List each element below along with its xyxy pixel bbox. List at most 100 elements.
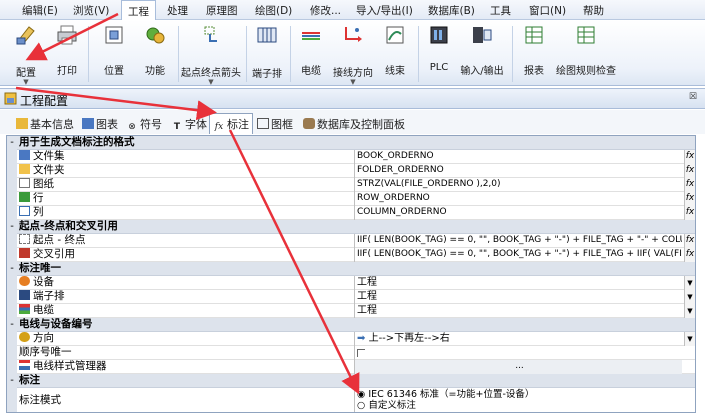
dropdown-arrow-icon[interactable]: ▼ (684, 276, 695, 290)
radio-selected-icon: ◉ (357, 389, 366, 400)
tab-frame[interactable]: 图框 (255, 115, 295, 133)
print-button[interactable]: 打印 (52, 24, 82, 77)
device-select[interactable]: 工程 (354, 276, 682, 290)
row-cross-reference[interactable]: 交叉引用 IIF( LEN(BOOK_TAG) == 0, "", BOOK_TA… (7, 248, 695, 262)
function-icon (146, 27, 165, 44)
row-folder[interactable]: 文件夹 FOLDER_ORDERNO fx (7, 164, 695, 178)
info-icon (16, 118, 28, 129)
radio-iec[interactable]: ◉ IEC 61346 标准（=功能+位置-设备） (357, 389, 682, 400)
terminal-strip-button[interactable]: 端子排 (250, 24, 284, 80)
menu-draw[interactable]: 绘图(D) (255, 3, 292, 18)
collapse-icon[interactable]: - (7, 262, 17, 276)
annotation-mode-options[interactable]: ◉ IEC 61346 标准（=功能+位置-设备） ○ 自定义标注 (354, 388, 682, 412)
unique-sequence-checkbox[interactable] (354, 346, 682, 360)
tab-font[interactable]: T 字体 (169, 115, 209, 133)
collapse-icon[interactable]: - (7, 220, 17, 234)
report-label: 报表 (524, 66, 544, 77)
section-cross-ref[interactable]: - 起点-终点和交叉引用 (7, 220, 695, 234)
fx-button[interactable]: fx (684, 150, 695, 164)
row-row[interactable]: 行 ROW_ORDERNO fx (7, 192, 695, 206)
menu-help[interactable]: 帮助 (583, 3, 604, 18)
menu-window[interactable]: 窗口(N) (529, 3, 566, 18)
wire-direction-dropdown-icon: ▼ (350, 78, 356, 86)
row-direction[interactable]: 方向 ➡ 上-->下再左-->右 ▼ (7, 332, 695, 346)
menu-schematic[interactable]: 原理图 (206, 3, 238, 18)
row-annotation-mode[interactable]: 标注模式 ◉ IEC 61346 标准（=功能+位置-设备） ○ 自定义标注 (7, 388, 695, 412)
menu-edit[interactable]: 编辑(E) (22, 3, 58, 18)
row-terminal-strip[interactable]: 端子排 工程 ▼ (7, 290, 695, 304)
row-cable[interactable]: 电缆 工程 ▼ (7, 304, 695, 318)
cable-button[interactable]: 电缆 (296, 24, 326, 77)
wire-harness-label: 线束 (385, 66, 405, 77)
drawing-value[interactable]: STRZ(VAL(FILE_ORDERNO ),2,0) (354, 178, 682, 192)
section-annotation[interactable]: - 标注 (7, 374, 695, 388)
tab-basic-info[interactable]: 基本信息 (14, 115, 76, 133)
section-doc-format[interactable]: - 用于生成文档标注的格式 (7, 136, 695, 150)
position-button[interactable]: 位置 (98, 24, 130, 77)
cross-reference-value[interactable]: IIF( LEN(BOOK_TAG) == 0, "", BOOK_TAG + … (354, 248, 682, 262)
function-button[interactable]: 功能 (138, 24, 172, 77)
close-icon[interactable]: ☒ (689, 92, 697, 102)
terminal-strip-select[interactable]: 工程 (354, 290, 682, 304)
drawing-rule-check-button[interactable]: 绘图规则检查 (552, 24, 620, 77)
fx-button[interactable]: fx (684, 164, 695, 178)
dropdown-arrow-icon[interactable]: ▼ (684, 290, 695, 304)
config-button[interactable]: 配置 ▼ (10, 24, 42, 86)
start-end-arrow-icon (204, 26, 217, 42)
menu-tools[interactable]: 工具 (490, 3, 511, 18)
checkbox-icon[interactable] (357, 349, 365, 357)
collapse-icon[interactable]: - (7, 318, 17, 332)
config-icon (16, 26, 35, 45)
wire-direction-button[interactable]: 接线方向 ▼ (330, 24, 376, 86)
menu-modify[interactable]: 修改... (310, 3, 341, 18)
report-button[interactable]: 报表 (518, 24, 550, 77)
io-button[interactable]: 输入/输出 (458, 24, 506, 77)
direction-select[interactable]: ➡ 上-->下再左-->右 (354, 332, 682, 346)
fx-button[interactable]: fx (684, 248, 695, 262)
function-label: 功能 (145, 66, 165, 77)
tab-database-panel[interactable]: 数据库及控制面板 (301, 115, 407, 133)
row-drawing[interactable]: 图纸 STRZ(VAL(FILE_ORDERNO ),2,0) fx (7, 178, 695, 192)
fx-button[interactable]: fx (684, 206, 695, 220)
menu-database[interactable]: 数据库(B) (428, 3, 475, 18)
row-column[interactable]: 列 COLUMN_ORDERNO fx (7, 206, 695, 220)
section-wire-numbering[interactable]: - 电线与设备编号 (7, 318, 695, 332)
menu-process[interactable]: 处理 (167, 3, 188, 18)
row-device[interactable]: 设备 工程 ▼ (7, 276, 695, 290)
tab-chart[interactable]: 图表 (80, 115, 120, 133)
fx-button[interactable]: fx (684, 234, 695, 248)
tab-annotation[interactable]: fx 标注 (209, 113, 253, 134)
plc-button[interactable]: PLC (424, 24, 454, 74)
row-start-end[interactable]: 起点 - 终点 IIF( LEN(BOOK_TAG) == 0, "", BOOK… (7, 234, 695, 248)
start-end-value[interactable]: IIF( LEN(BOOK_TAG) == 0, "", BOOK_TAG + … (354, 234, 682, 248)
plc-icon (430, 26, 448, 44)
row-book[interactable]: 文件集 BOOK_ORDERNO fx (7, 150, 695, 164)
config-tabs: 基本信息 图表 ⊗ 符号 T 字体 fx 标注 图框 数据库及控制面板 (0, 110, 705, 134)
radio-custom[interactable]: ○ 自定义标注 (357, 400, 682, 411)
fx-button[interactable]: fx (684, 178, 695, 192)
wire-harness-button[interactable]: 线束 (378, 24, 412, 77)
section-unique-tag[interactable]: - 标注唯一 (7, 262, 695, 276)
tab-symbol[interactable]: ⊗ 符号 (124, 115, 164, 133)
collapse-icon[interactable]: - (7, 136, 17, 150)
folder-value[interactable]: FOLDER_ORDERNO (354, 164, 682, 178)
cable-icon (19, 304, 30, 314)
cable-select[interactable]: 工程 (354, 304, 682, 318)
device-icon (19, 276, 30, 286)
terminal-strip-label: 端子排 (252, 69, 282, 80)
dropdown-arrow-icon[interactable]: ▼ (684, 332, 695, 346)
collapse-icon[interactable]: - (7, 374, 17, 388)
fx-button[interactable]: fx (684, 192, 695, 206)
arrow-dropdown-icon: ▼ (208, 78, 214, 86)
row-wire-style-manager[interactable]: 电线样式管理器... (7, 360, 695, 374)
start-end-arrow-button[interactable]: 起点终点箭头 ▼ (180, 24, 242, 86)
column-value[interactable]: COLUMN_ORDERNO (354, 206, 682, 220)
row-unique-sequence[interactable]: 顺序号唯一 (7, 346, 695, 360)
menu-view[interactable]: 浏览(V) (73, 3, 109, 18)
wire-style-manager-button[interactable]: ... (354, 360, 682, 374)
row-value[interactable]: ROW_ORDERNO (354, 192, 682, 206)
book-value[interactable]: BOOK_ORDERNO (354, 150, 682, 164)
dropdown-arrow-icon[interactable]: ▼ (684, 304, 695, 318)
menu-project[interactable]: 工程 (121, 0, 156, 20)
menu-import-export[interactable]: 导入/导出(I) (356, 3, 413, 18)
